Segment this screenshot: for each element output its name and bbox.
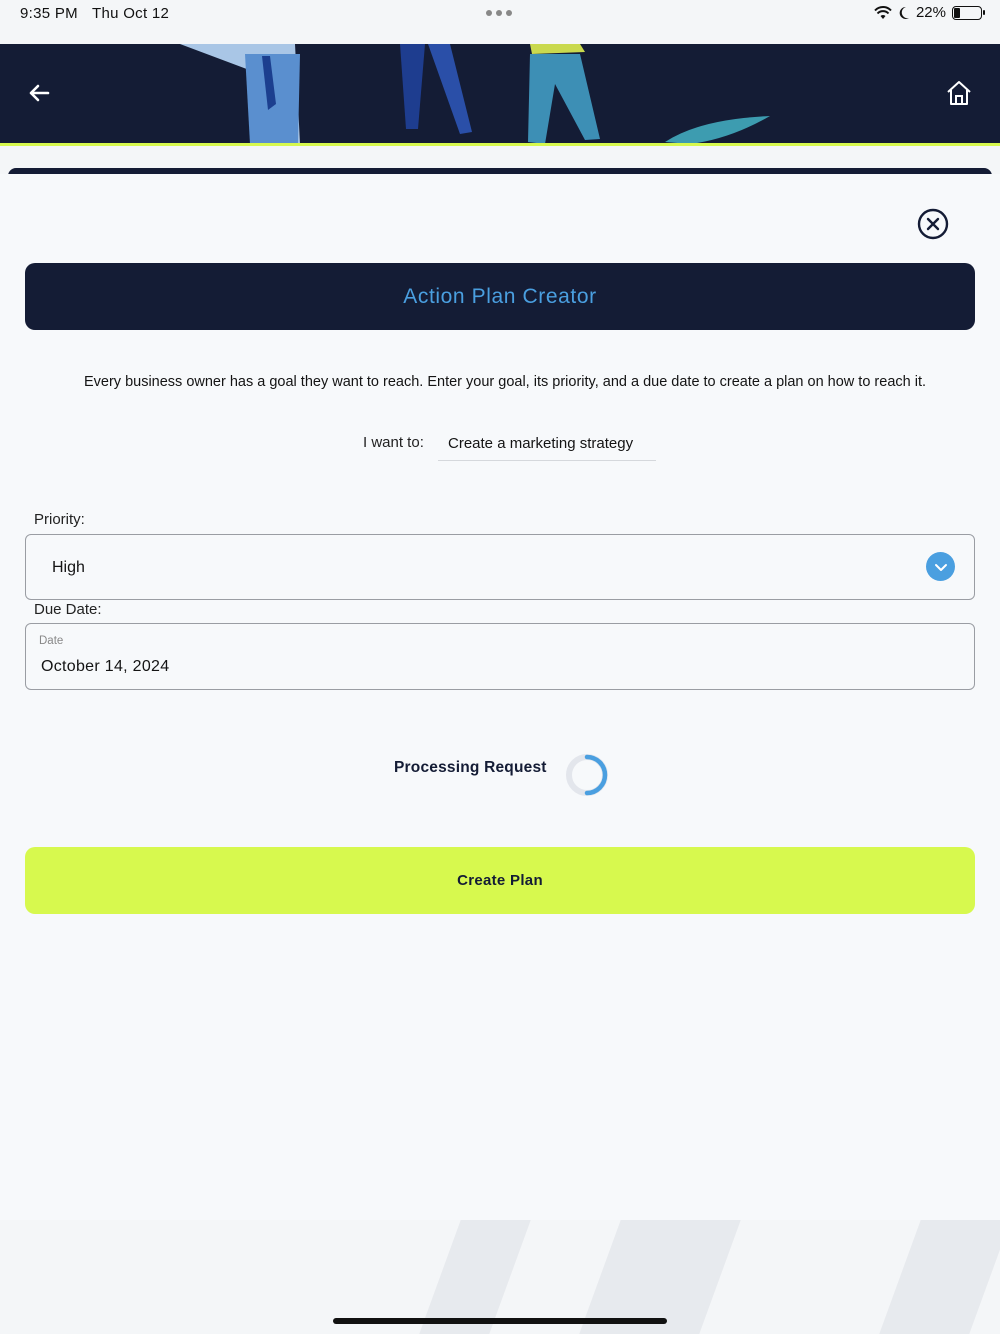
status-date: Thu Oct 12 xyxy=(92,5,170,22)
priority-label: Priority: xyxy=(34,511,85,528)
status-time: 9:35 PM xyxy=(20,5,78,22)
dialog-description: Every business owner has a goal they wan… xyxy=(83,374,927,390)
home-icon[interactable] xyxy=(944,78,974,108)
action-plan-dialog xyxy=(0,174,1000,1220)
priority-select[interactable]: High xyxy=(25,534,975,600)
background-stripe xyxy=(879,1220,1000,1334)
battery-percent: 22% xyxy=(915,4,946,21)
dialog-title: Action Plan Creator xyxy=(403,284,597,308)
chevron-down-icon[interactable] xyxy=(926,552,955,581)
create-plan-button[interactable]: Create Plan xyxy=(25,847,975,914)
header-banner xyxy=(0,44,1000,144)
home-indicator[interactable] xyxy=(333,1318,667,1324)
status-bar: 9:35 PM Thu Oct 12 22% xyxy=(0,0,1000,28)
background-stripe xyxy=(579,1220,741,1334)
due-date-label: Due Date: xyxy=(34,601,102,618)
multitasking-dots-icon[interactable] xyxy=(486,10,512,16)
create-plan-label: Create Plan xyxy=(457,872,543,889)
processing-status: Processing Request xyxy=(394,759,547,776)
banner-illustration xyxy=(180,44,770,144)
goal-input[interactable] xyxy=(438,426,656,461)
background-stripe xyxy=(419,1220,531,1334)
header-accent-line xyxy=(0,143,1000,146)
battery-fill xyxy=(954,7,960,18)
back-arrow-icon[interactable] xyxy=(24,78,54,108)
status-indicators: 22% xyxy=(874,4,985,21)
date-field-value: October 14, 2024 xyxy=(41,658,170,675)
wifi-icon xyxy=(874,5,892,19)
moon-icon xyxy=(899,6,909,19)
dialog-title-bar: Action Plan Creator xyxy=(25,263,975,330)
close-circle-icon[interactable] xyxy=(917,208,949,240)
loading-spinner-icon xyxy=(566,754,608,796)
goal-label: I want to: xyxy=(363,434,424,451)
battery-icon xyxy=(952,5,985,20)
due-date-field[interactable]: Date October 14, 2024 xyxy=(25,623,975,690)
priority-value: High xyxy=(52,559,85,576)
date-field-caption: Date xyxy=(39,635,64,647)
